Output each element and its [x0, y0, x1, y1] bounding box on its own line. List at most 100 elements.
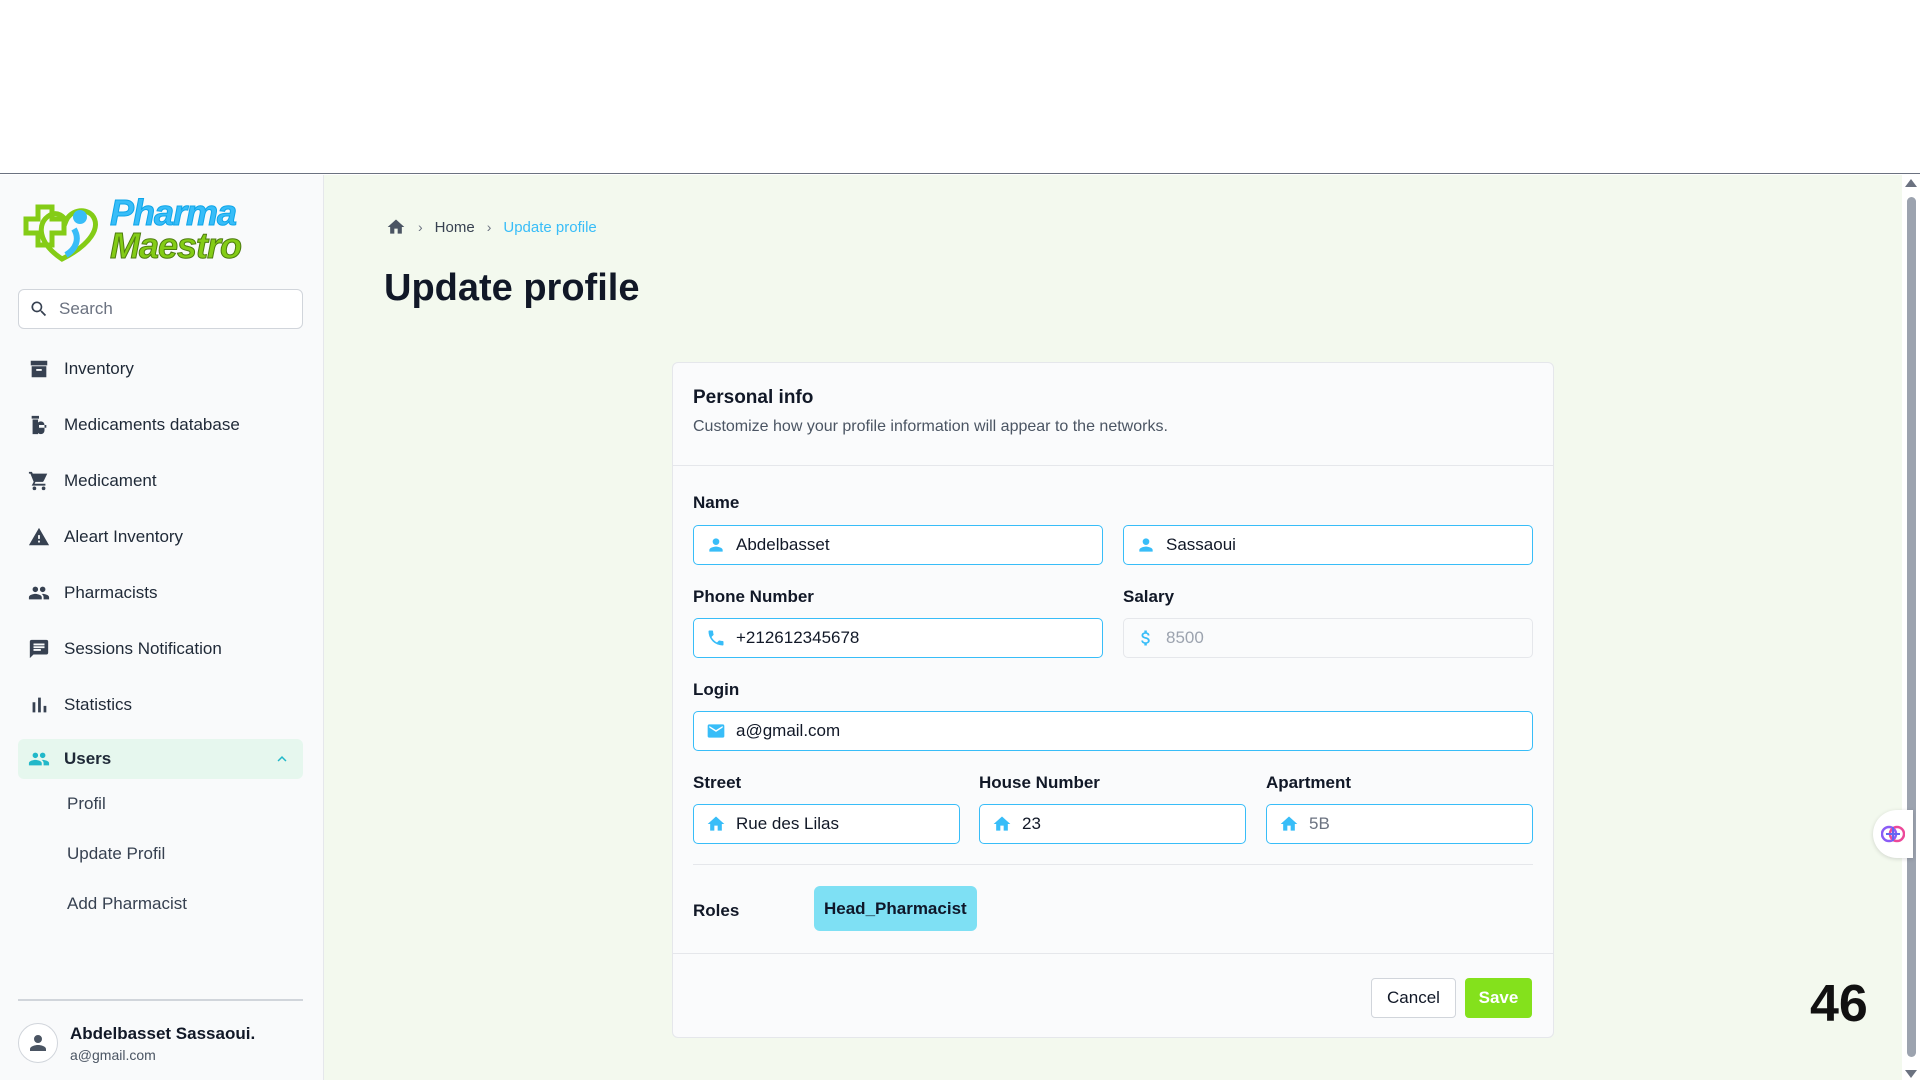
bar-chart-icon	[32, 697, 47, 713]
search-input[interactable]	[59, 299, 279, 319]
chevron-right-icon: ›	[418, 219, 423, 235]
person-icon	[30, 1035, 46, 1051]
archive-icon	[30, 360, 48, 378]
mail-icon	[707, 724, 725, 738]
sidebar-item-label: Statistics	[64, 695, 133, 714]
last-name-field[interactable]: Sassaoui	[1123, 525, 1533, 565]
sidebar-item-label: Users	[64, 749, 112, 768]
house-number-value: 23	[1022, 814, 1041, 833]
cancel-button[interactable]: Cancel	[1371, 978, 1456, 1018]
floating-brain-button[interactable]	[1873, 810, 1913, 858]
sidebar-item-label: Pharmacists	[64, 583, 158, 602]
chevron-up-icon[interactable]	[273, 750, 291, 768]
message-icon	[29, 639, 49, 659]
logo[interactable]: Pharma Maestro	[18, 192, 243, 266]
home-icon	[1280, 816, 1298, 831]
apartment-placeholder: 5B	[1309, 814, 1330, 833]
user-profile[interactable]: Abdelbasset Sassaoui. a@gmail.com	[18, 1023, 255, 1063]
street-field[interactable]: Rue des Lilas	[693, 804, 960, 844]
login-field[interactable]: a@gmail.com	[693, 711, 1533, 751]
salary-label: Salary	[1123, 587, 1175, 606]
personal-info-card: Personal info Customize how your profile…	[672, 362, 1554, 1038]
phone-label: Phone Number	[693, 587, 814, 606]
sidebar-item-inventory[interactable]: Inventory	[18, 341, 303, 397]
sidebar-nav: Inventory Medicaments database Medicamen…	[18, 341, 303, 929]
scroll-down-icon[interactable]	[1905, 1070, 1917, 1078]
sidebar-item-label: Medicaments database	[64, 415, 240, 434]
warning-icon	[28, 527, 50, 546]
breadcrumb-home[interactable]: Home	[435, 219, 475, 236]
home-icon	[993, 816, 1011, 831]
sidebar-subitem-update-profil[interactable]: Update Profil	[18, 829, 303, 879]
search-box[interactable]	[18, 289, 303, 329]
avatar	[18, 1023, 58, 1063]
first-name-field[interactable]: Abdelbasset	[693, 525, 1103, 565]
brand-line-2: Maestro	[109, 225, 242, 266]
salary-value: 8500	[1166, 628, 1204, 647]
pills-icon	[31, 415, 47, 435]
brand-name: Pharma Maestro	[109, 192, 242, 266]
person-icon	[1139, 538, 1153, 552]
sidebar-item-medicaments-database[interactable]: Medicaments database	[18, 397, 303, 453]
people-icon	[28, 586, 50, 600]
breadcrumb: › Home › Update profile	[386, 217, 597, 237]
phone-field[interactable]: +212612345678	[693, 618, 1103, 658]
scrollbar[interactable]	[1902, 175, 1920, 1080]
sidebar-item-statistics[interactable]: Statistics	[18, 677, 303, 733]
dollar-icon	[1141, 630, 1150, 646]
sidebar-divider	[18, 999, 303, 1001]
search-icon	[31, 301, 47, 317]
cart-icon	[28, 471, 48, 491]
brand-line-1: Pharma	[109, 192, 237, 233]
sidebar-item-pharmacists[interactable]: Pharmacists	[18, 565, 303, 621]
sidebar-item-label: Inventory	[64, 359, 134, 378]
phone-value: +212612345678	[736, 628, 860, 647]
app-window: Pharma Maestro Inventory Medicaments dat…	[0, 175, 1920, 1080]
brain-icon	[1881, 825, 1905, 843]
sidebar-item-label: Aleart Inventory	[64, 527, 184, 546]
street-label: Street	[693, 773, 742, 792]
heart-cross-logo-icon	[23, 204, 98, 262]
scroll-up-icon[interactable]	[1905, 179, 1917, 187]
breadcrumb-current: Update profile	[503, 218, 597, 236]
main-content: › Home › Update profile Update profile P…	[324, 175, 1920, 1080]
name-label: Name	[693, 493, 740, 512]
chevron-right-icon: ›	[486, 219, 492, 235]
house-number-label: House Number	[979, 773, 1100, 792]
card-header: Personal info Customize how your profile…	[673, 363, 1553, 466]
role-chip[interactable]: Head_Pharmacist	[814, 886, 977, 931]
top-blank-area	[0, 0, 1920, 174]
first-name-value: Abdelbasset	[736, 535, 830, 554]
sidebar-subitem-profil[interactable]: Profil	[18, 779, 303, 829]
login-label: Login	[693, 680, 740, 699]
sidebar-subitem-add-pharmacist[interactable]: Add Pharmacist	[18, 879, 303, 929]
sidebar-item-label: Sessions Notification	[64, 639, 222, 658]
page-title: Update profile	[384, 267, 640, 309]
login-value: a@gmail.com	[736, 721, 841, 740]
sidebar-item-users[interactable]: Users	[18, 739, 303, 779]
home-icon[interactable]	[386, 217, 406, 237]
divider	[693, 864, 1533, 865]
sidebar-item-label: Medicament	[64, 471, 157, 490]
card-subtitle: Customize how your profile information w…	[693, 418, 1168, 435]
card-footer-divider	[673, 953, 1553, 954]
salary-field: 8500	[1123, 618, 1533, 658]
roles-label: Roles	[693, 901, 740, 920]
house-number-field[interactable]: 23	[979, 804, 1246, 844]
last-name-value: Sassaoui	[1166, 535, 1236, 554]
card-title: Personal info	[693, 387, 814, 408]
person-icon	[709, 538, 723, 552]
user-name: Abdelbasset Sassaoui.	[70, 1023, 256, 1043]
apartment-label: Apartment	[1266, 773, 1352, 792]
save-button[interactable]: Save	[1465, 978, 1532, 1018]
user-email: a@gmail.com	[70, 1046, 156, 1063]
sidebar: Pharma Maestro Inventory Medicaments dat…	[0, 175, 324, 1080]
phone-icon	[708, 630, 724, 646]
scrollbar-thumb[interactable]	[1907, 197, 1916, 1057]
sidebar-item-medicament[interactable]: Medicament	[18, 453, 303, 509]
sidebar-item-aleart-inventory[interactable]: Aleart Inventory	[18, 509, 303, 565]
sidebar-item-sessions-notification[interactable]: Sessions Notification	[18, 621, 303, 677]
apartment-field[interactable]: 5B	[1266, 804, 1533, 844]
home-icon	[707, 816, 725, 831]
page-number: 46	[1810, 975, 1868, 1033]
